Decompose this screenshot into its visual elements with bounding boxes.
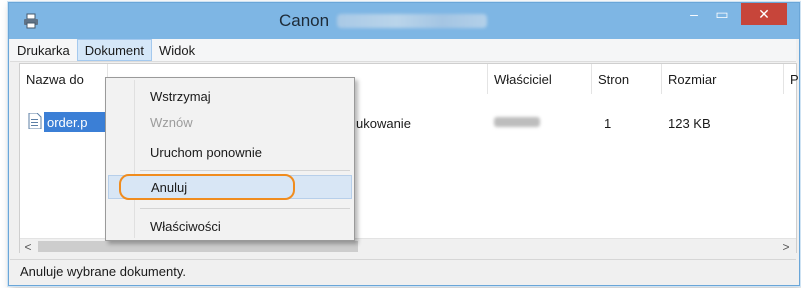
print-queue-window: Canon – ▭ ✕ Drukarka Dokument Widok Nazw… [8,2,800,286]
column-header-pages[interactable]: Stron [592,64,662,94]
menu-separator [140,170,350,171]
printer-icon [24,13,38,29]
row-owner-redacted [494,117,540,127]
dokument-dropdown-menu: Wstrzymaj Wznów Uruchom ponownie Anuluj … [105,77,355,241]
maximize-button[interactable]: ▭ [709,3,735,25]
menu-drukarka[interactable]: Drukarka [10,39,77,61]
scroll-left-button[interactable]: < [20,239,36,255]
row-size: 123 KB [668,116,711,131]
menu-dokument[interactable]: Dokument [76,39,152,61]
menu-item-wznow: Wznów [150,114,193,130]
minimize-button[interactable]: – [681,3,707,25]
scroll-thumb[interactable] [38,241,358,252]
status-text: Anuluje wybrane dokumenty. [20,264,186,279]
menu-separator [140,208,350,209]
menu-item-uruchom-ponownie[interactable]: Uruchom ponownie [108,140,352,164]
column-header-owner[interactable]: Właściciel [488,64,592,94]
scroll-right-button[interactable]: > [778,239,794,255]
window-title-text: Canon [279,11,330,30]
title-bar[interactable]: Canon – ▭ ✕ [9,3,799,39]
status-bar: Anuluje wybrane dokumenty. [10,259,796,283]
menu-widok[interactable]: Widok [152,39,202,61]
close-button[interactable]: ✕ [741,3,787,25]
window-title: Canon [279,11,488,31]
redacted-printer-name [337,14,488,28]
column-header-name[interactable]: Nazwa do [20,64,108,94]
row-pages: 1 [604,116,612,131]
row-status: ukowanie [356,116,411,131]
document-icon [28,113,42,129]
column-header-extra[interactable]: P [784,64,799,94]
menu-bar: Drukarka Dokument Widok [10,39,796,62]
menu-item-wstrzymaj[interactable]: Wstrzymaj [108,84,352,108]
menu-item-wlasciwosci[interactable]: Właściwości [108,214,352,238]
column-header-size[interactable]: Rozmiar [662,64,784,94]
highlight-ring [119,174,295,200]
